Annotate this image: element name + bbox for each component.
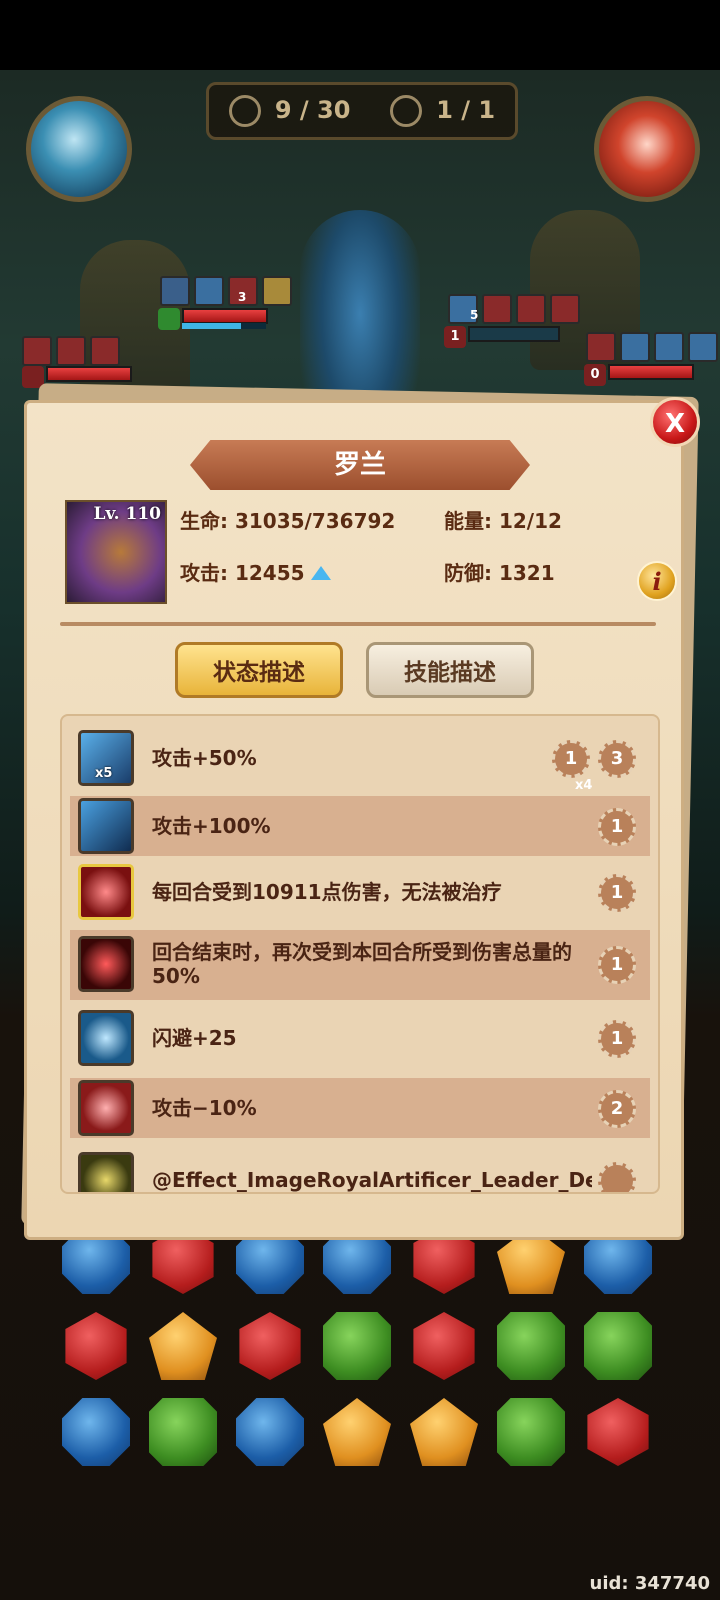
blue-gem[interactable] xyxy=(236,1398,304,1466)
cursed-bow-icon xyxy=(78,936,134,992)
energy-fill xyxy=(182,323,241,329)
duration-badge: 1 xyxy=(598,946,636,984)
tab-skill-description[interactable]: 技能描述 xyxy=(366,642,534,698)
green-gem[interactable] xyxy=(149,1398,217,1466)
turn-bar: 9 / 30 1 / 1 xyxy=(206,82,518,140)
dodge-cloud-icon xyxy=(78,1010,134,1066)
attack-stat: 攻击: 12455 xyxy=(180,557,331,586)
enemy-left-hp-bar xyxy=(46,366,132,382)
enemy-b-hp-bar xyxy=(468,326,560,342)
close-button[interactable]: X xyxy=(650,397,700,447)
buff-icon[interactable] xyxy=(688,332,718,362)
clock-icon xyxy=(228,95,261,127)
broken-axe-icon xyxy=(78,1080,134,1136)
green-gem[interactable] xyxy=(584,1312,652,1380)
blade-up-icon: x5 xyxy=(78,730,134,786)
green-gem[interactable] xyxy=(497,1398,565,1466)
enemy-a-buffs xyxy=(160,276,292,306)
turn-counter: 9 / 30 xyxy=(228,95,350,127)
gem-board xyxy=(50,1220,670,1480)
debuff-icon[interactable] xyxy=(56,336,86,366)
divider xyxy=(60,622,656,626)
effect-row: @Effect_ImageRoyalArtificer_Leader_De xyxy=(70,1150,650,1192)
effect-list[interactable]: x5 攻击+50% 1 x4 3 攻击+100% 1 每回合受到10911点伤害… xyxy=(60,714,660,1194)
effect-row: 闪避+25 1 xyxy=(70,1008,650,1068)
debuff-icon[interactable] xyxy=(482,294,512,324)
debuff-icon[interactable] xyxy=(550,294,580,324)
debuff-icon[interactable] xyxy=(90,336,120,366)
green-gem[interactable] xyxy=(497,1312,565,1380)
info-button[interactable]: i xyxy=(637,561,677,601)
blue-gem[interactable] xyxy=(62,1398,130,1466)
debuff-icon[interactable] xyxy=(22,336,52,366)
buff-icon[interactable] xyxy=(620,332,650,362)
yellow-gem[interactable] xyxy=(410,1398,478,1466)
royal-artificer-icon xyxy=(78,1152,134,1192)
debuff-icon[interactable] xyxy=(516,294,546,324)
water-wave-icon[interactable] xyxy=(26,96,132,202)
stack-count: x4 xyxy=(575,778,593,793)
enemy-c-buffs xyxy=(586,332,718,362)
stack-count: 3 xyxy=(238,290,247,304)
hp-fill xyxy=(48,368,130,380)
red-gem[interactable] xyxy=(587,1398,649,1466)
duration-badge: 1 xyxy=(598,1020,636,1058)
level-label: Lv. 110 xyxy=(93,504,161,524)
character-name-banner: 罗兰 xyxy=(190,440,530,490)
effect-text: 每回合受到10911点伤害，无法被治疗 xyxy=(152,880,502,904)
effect-row: 攻击−10% 2 xyxy=(70,1078,650,1138)
sword-icon xyxy=(78,798,134,854)
yellow-gem[interactable] xyxy=(323,1398,391,1466)
effect-text: @Effect_ImageRoyalArtificer_Leader_De xyxy=(152,1168,592,1192)
enemy-b-buffs xyxy=(448,294,580,324)
energy-stat: 能量: 12/12 xyxy=(444,509,562,533)
buff-icon[interactable] xyxy=(262,276,292,306)
sword-icon xyxy=(390,95,423,127)
effect-row: x5 攻击+50% 1 x4 3 xyxy=(70,728,650,793)
status-bar-area xyxy=(0,0,720,70)
attack-counter: 1 / 1 xyxy=(390,95,495,127)
hp-stat: 生命: 31035/736792 xyxy=(180,509,396,533)
enemy-left-buffs xyxy=(22,336,120,366)
duration-badge: 1 xyxy=(552,740,590,778)
red-gem[interactable] xyxy=(65,1312,127,1380)
effect-row: 每回合受到10911点伤害，无法被治疗 1 xyxy=(70,862,650,922)
tab-status-description[interactable]: 状态描述 xyxy=(175,642,343,698)
effect-row: 回合结束时，再次受到本回合所受到伤害总量的50% 1 xyxy=(70,930,650,1000)
enemy-a-energy-bar xyxy=(182,323,266,329)
duration-badge: 1 xyxy=(598,874,636,912)
effect-text: 攻击−10% xyxy=(152,1096,257,1120)
hp-fill xyxy=(184,310,266,322)
debuff-icon[interactable] xyxy=(586,332,616,362)
arrow-up-icon xyxy=(310,565,331,580)
stack-count: 5 xyxy=(470,308,479,322)
hp-fill xyxy=(610,366,692,378)
defense-stat: 防御: 1321 xyxy=(444,561,555,585)
red-gem[interactable] xyxy=(413,1312,475,1380)
duration-badge: 3 xyxy=(598,740,636,778)
buff-icon[interactable] xyxy=(160,276,190,306)
user-id: uid: 347740 xyxy=(589,1573,710,1594)
duration-badge: 1 xyxy=(598,808,636,846)
effect-text: 攻击+100% xyxy=(152,814,271,838)
effect-text: 闪避+25 xyxy=(152,1026,237,1050)
enemy-c-hp-bar xyxy=(608,364,694,380)
fire-crest-icon[interactable] xyxy=(594,96,700,202)
enemy-a-tag xyxy=(158,308,180,330)
buff-icon[interactable] xyxy=(654,332,684,362)
enemy-b-level: 1 xyxy=(444,326,466,348)
character-portrait: Lv. 110 xyxy=(65,500,167,604)
effect-text: 回合结束时，再次受到本回合所受到伤害总量的50% xyxy=(152,940,572,988)
red-gem[interactable] xyxy=(239,1312,301,1380)
effect-text: 攻击+50% xyxy=(152,746,257,770)
coral-bleed-icon xyxy=(78,864,134,920)
enemy-c-level: 0 xyxy=(584,364,606,386)
enemy-a-hp-bar xyxy=(182,308,268,324)
yellow-gem[interactable] xyxy=(149,1312,217,1380)
buff-icon[interactable] xyxy=(194,276,224,306)
duration-badge: 2 xyxy=(598,1090,636,1128)
green-gem[interactable] xyxy=(323,1312,391,1380)
effect-row: 攻击+100% 1 xyxy=(70,796,650,856)
duration-badge xyxy=(598,1162,636,1192)
